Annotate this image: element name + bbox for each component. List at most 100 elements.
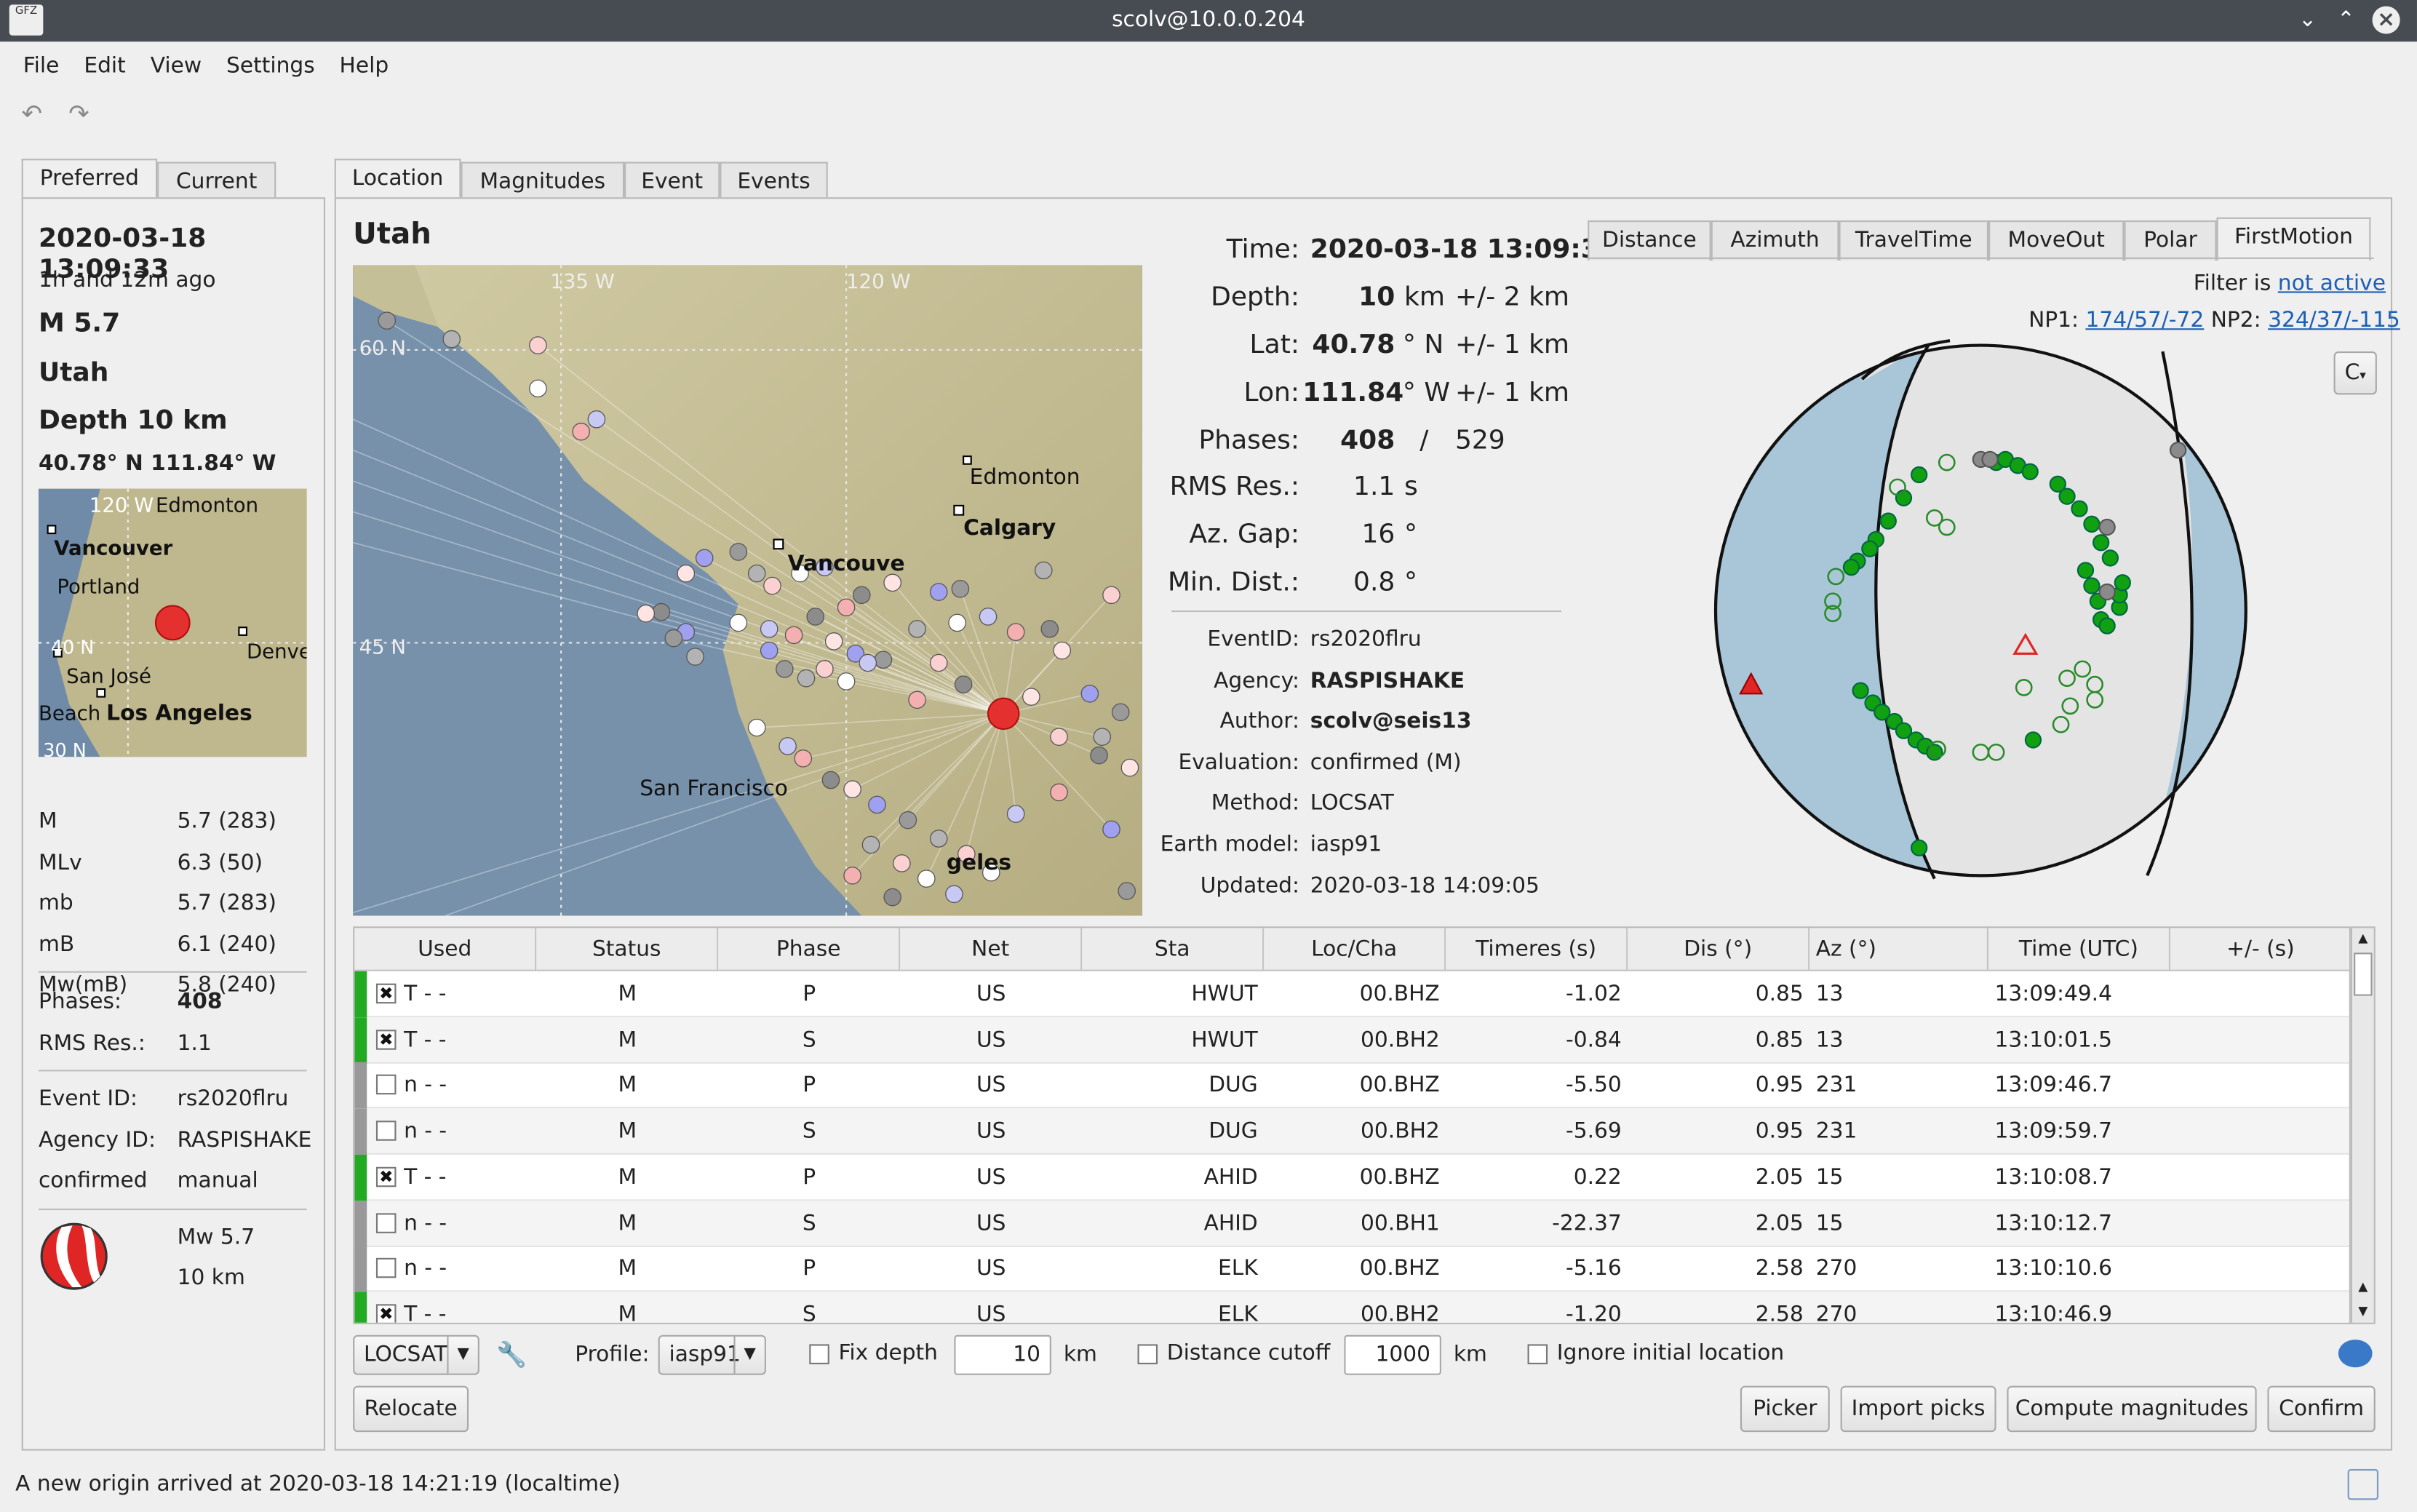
station-marker[interactable] <box>1118 882 1136 900</box>
scroll-up-icon[interactable]: ▲ <box>2352 928 2374 950</box>
use-pick-checkbox[interactable]: ✖ <box>375 1166 397 1187</box>
station-marker[interactable] <box>442 330 461 349</box>
locator-select[interactable]: LOCSAT ▼ <box>353 1334 479 1375</box>
station-marker[interactable] <box>837 598 856 617</box>
station-marker[interactable] <box>883 573 901 592</box>
ignore-initial-checkbox[interactable] <box>1527 1344 1548 1364</box>
column-header[interactable]: Timeres (s) <box>1446 928 1628 971</box>
tab-events[interactable]: Events <box>720 162 828 202</box>
station-marker[interactable] <box>637 604 655 623</box>
station-marker[interactable] <box>784 626 803 645</box>
station-marker[interactable] <box>843 780 861 799</box>
minimize-icon[interactable]: ⌄ <box>2293 6 2321 33</box>
station-marker[interactable] <box>1102 586 1120 605</box>
status-icon[interactable] <box>2347 1469 2378 1500</box>
use-pick-checkbox[interactable] <box>375 1212 397 1233</box>
tab-magnitudes[interactable]: Magnitudes <box>461 162 625 202</box>
station-marker[interactable] <box>664 629 683 648</box>
column-header[interactable]: Status <box>536 928 719 971</box>
station-marker[interactable] <box>883 888 901 907</box>
station-marker[interactable] <box>378 311 397 330</box>
chat-icon[interactable] <box>2338 1340 2373 1368</box>
station-marker[interactable] <box>587 410 606 429</box>
np1-link[interactable]: 174/57/-72 <box>2085 309 2204 333</box>
station-marker[interactable] <box>779 737 797 755</box>
column-header[interactable]: Time (UTC) <box>1988 928 2170 971</box>
mini-map[interactable]: 120 W Edmonton Vancouver Portland 40 N D… <box>38 488 307 757</box>
station-marker[interactable] <box>1040 620 1059 638</box>
compute-magnitudes-button[interactable]: Compute magnitudes <box>2007 1385 2257 1433</box>
station-marker[interactable] <box>797 669 816 688</box>
column-header[interactable]: Sta <box>1082 928 1265 971</box>
station-marker[interactable] <box>1120 758 1139 777</box>
menu-file[interactable]: File <box>11 48 72 85</box>
tab-location[interactable]: Location <box>334 159 461 202</box>
station-marker[interactable] <box>868 795 886 814</box>
station-marker[interactable] <box>908 620 926 638</box>
station-marker[interactable] <box>1035 561 1053 580</box>
column-header[interactable]: Net <box>900 928 1083 971</box>
column-header[interactable]: Az (°) <box>1809 928 1988 971</box>
relocate-button[interactable]: Relocate <box>353 1385 469 1433</box>
station-marker[interactable] <box>1102 820 1120 839</box>
station-marker[interactable] <box>1111 703 1130 722</box>
tab-current[interactable]: Current <box>157 162 276 202</box>
station-marker[interactable] <box>572 422 591 441</box>
table-row[interactable]: n - - M P US ELK 00.BHZ -5.16 2.58 270 13:10:10.6 <box>354 1246 2349 1292</box>
profile-select[interactable]: iasp91 ▼ <box>658 1334 766 1375</box>
redo-icon[interactable]: ↷ <box>68 99 89 128</box>
station-marker[interactable] <box>1080 685 1099 703</box>
station-marker[interactable] <box>729 613 748 632</box>
station-marker[interactable] <box>816 660 834 678</box>
distance-cutoff-input[interactable]: 1000 <box>1344 1334 1441 1375</box>
use-pick-checkbox[interactable]: ✖ <box>375 983 397 1004</box>
station-marker[interactable] <box>954 675 973 693</box>
menu-help[interactable]: Help <box>327 48 402 85</box>
station-marker[interactable] <box>1093 728 1112 746</box>
table-row[interactable]: ✖ T - - M S US ELK 00.BH2 -1.20 2.58 270 13:10:46.… <box>354 1292 2349 1323</box>
tab-firstmotion[interactable]: FirstMotion <box>2216 217 2371 261</box>
maximize-icon[interactable]: ⌃ <box>2332 6 2360 33</box>
station-marker[interactable] <box>948 613 966 632</box>
undo-icon[interactable]: ↶ <box>22 99 42 128</box>
tab-azimuth[interactable]: Azimuth <box>1711 220 1839 261</box>
table-row[interactable]: n - - M S US AHID 00.BH1 -22.37 2.05 15 13:10:12.… <box>354 1200 2349 1246</box>
table-row[interactable]: n - - M S US DUG 00.BH2 -5.69 0.95 231 13:09:59.7 <box>354 1108 2349 1155</box>
column-header[interactable]: +/- (s) <box>2170 928 2349 971</box>
use-pick-checkbox[interactable] <box>375 1075 397 1096</box>
station-marker[interactable] <box>899 811 917 829</box>
tab-moveout[interactable]: MoveOut <box>1988 220 2125 261</box>
scroll-down-icon[interactable]: ▼ <box>2352 1301 2374 1323</box>
station-marker[interactable] <box>794 749 813 768</box>
tab-traveltime[interactable]: TravelTime <box>1839 220 1988 261</box>
column-header[interactable]: Dis (°) <box>1628 928 1810 971</box>
station-marker[interactable] <box>652 602 671 621</box>
np2-link[interactable]: 324/37/-115 <box>2268 309 2400 333</box>
station-marker[interactable] <box>686 648 704 666</box>
station-marker[interactable] <box>529 379 547 398</box>
station-marker[interactable] <box>806 608 825 626</box>
station-marker[interactable] <box>1050 728 1068 746</box>
menu-edit[interactable]: Edit <box>71 48 138 85</box>
station-marker[interactable] <box>929 653 948 672</box>
station-marker[interactable] <box>695 549 714 568</box>
station-marker[interactable] <box>861 835 880 854</box>
column-header[interactable]: Phase <box>718 928 901 971</box>
station-marker[interactable] <box>1053 641 1072 660</box>
table-row[interactable]: n - - M P US DUG 00.BHZ -5.50 0.95 231 13:09:46.7 <box>354 1062 2349 1110</box>
close-icon[interactable]: × <box>2372 6 2400 34</box>
import-picks-button[interactable]: Import picks <box>1840 1385 1996 1433</box>
locator-settings-icon[interactable]: 🔧 <box>496 1340 527 1369</box>
station-marker[interactable] <box>529 336 547 354</box>
picker-button[interactable]: Picker <box>1740 1385 1830 1433</box>
station-marker[interactable] <box>763 576 781 595</box>
station-marker[interactable] <box>893 854 911 872</box>
column-header[interactable]: Loc/Cha <box>1264 928 1446 971</box>
station-marker[interactable] <box>747 718 766 737</box>
tab-preferred[interactable]: Preferred <box>21 159 158 202</box>
tab-distance[interactable]: Distance <box>1588 220 1711 261</box>
station-marker[interactable] <box>1050 783 1068 802</box>
distance-cutoff-checkbox[interactable] <box>1137 1344 1158 1364</box>
fix-depth-input[interactable]: 10 <box>954 1334 1051 1375</box>
table-row[interactable]: ✖ T - - M P US AHID 00.BHZ 0.22 2.05 15 13:10:08.7 <box>354 1154 2349 1201</box>
